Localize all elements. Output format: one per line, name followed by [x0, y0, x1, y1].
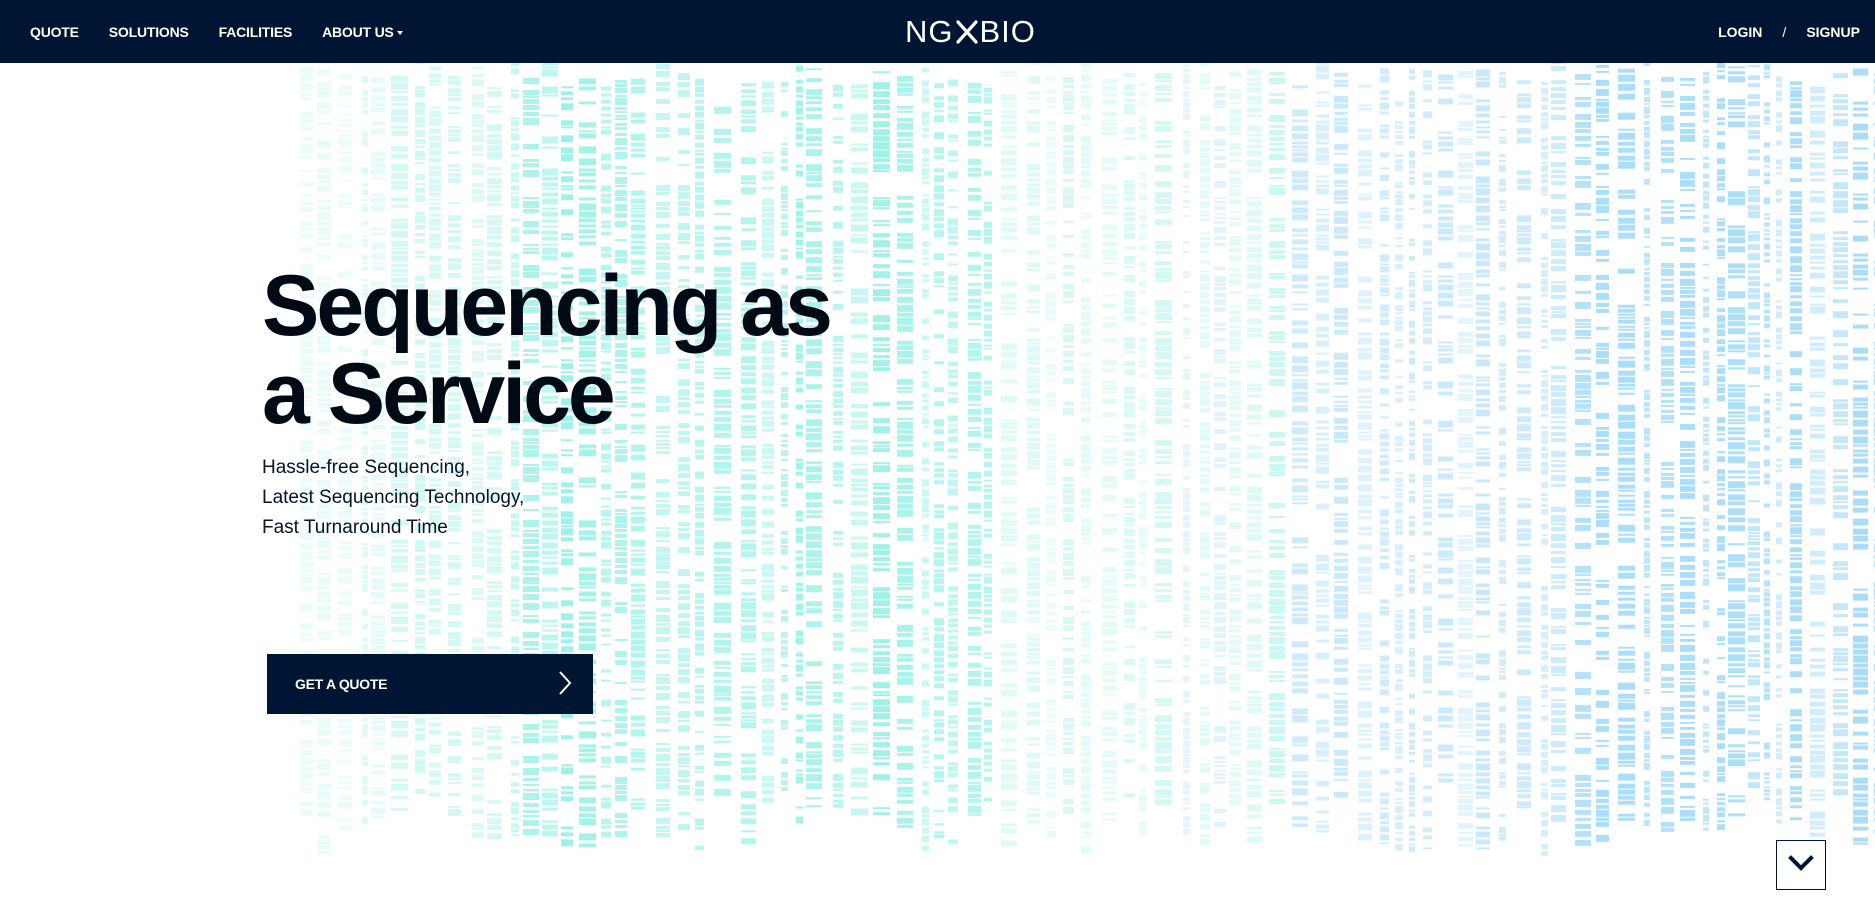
hero-subtitle-line-2: Latest Sequencing Technology,	[262, 487, 525, 508]
hero-content: Sequencing as a Service Hassle-free Sequ…	[262, 262, 962, 543]
ngxbio-logo[interactable]: NG BIO	[905, 13, 1036, 51]
auth-links: LOGIN / SIGNUP	[1718, 0, 1860, 63]
hero-subtitle: Hassle-free Sequencing, Latest Sequencin…	[262, 453, 962, 543]
about-us-label: ABOUT US	[322, 23, 394, 40]
logo-text-right: BIO	[979, 14, 1036, 49]
login-link[interactable]: LOGIN	[1718, 24, 1762, 40]
get-a-quote-button[interactable]: GET A QUOTE	[267, 654, 593, 714]
top-navbar: QUOTE SOLUTIONS FACILITIES ABOUT US NG B…	[0, 0, 1875, 63]
chevron-right-icon	[557, 670, 573, 699]
hero-subtitle-line-1: Hassle-free Sequencing,	[262, 457, 471, 478]
nav-link-facilities[interactable]: FACILITIES	[219, 24, 293, 40]
nav-link-quote[interactable]: QUOTE	[30, 24, 79, 40]
nav-link-about-us[interactable]: ABOUT US	[322, 24, 403, 40]
nav-link-solutions[interactable]: SOLUTIONS	[109, 24, 189, 40]
caret-down-icon	[396, 30, 403, 35]
scroll-down-button[interactable]	[1776, 840, 1826, 890]
hero-title-line-1: Sequencing as	[262, 258, 833, 354]
signup-link[interactable]: SIGNUP	[1806, 24, 1860, 40]
main-nav: QUOTE SOLUTIONS FACILITIES ABOUT US	[30, 0, 433, 63]
get-a-quote-label: GET A QUOTE	[295, 676, 388, 692]
x-icon	[955, 19, 979, 45]
logo-text-left: NG	[905, 14, 954, 49]
hero-title-line-2: a Service	[262, 346, 616, 442]
hero-subtitle-line-3: Fast Turnaround Time	[262, 517, 448, 538]
hero-title: Sequencing as a Service	[262, 262, 882, 438]
auth-separator: /	[1782, 23, 1787, 40]
chevron-down-icon	[1788, 854, 1814, 877]
